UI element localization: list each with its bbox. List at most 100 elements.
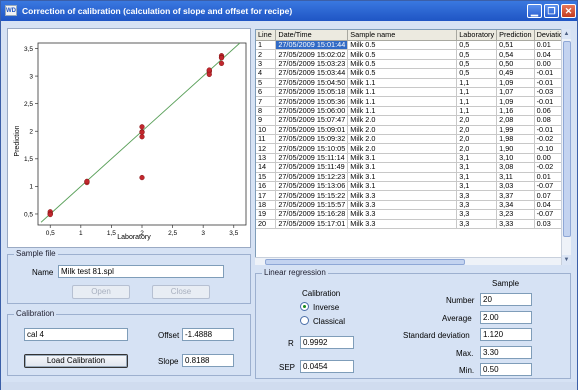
sample-name-input[interactable]: Milk test 81.spl (58, 265, 224, 278)
vertical-scroll-thumb[interactable] (563, 41, 571, 237)
open-button[interactable]: Open (72, 285, 130, 299)
table-row[interactable]: 19 27/05/2009 15:16:28 Milk 3.3 3,3 3,23 -0.0… (256, 209, 570, 220)
table-row[interactable]: 6 27/05/2009 15:05:18 Milk 1.1 1,1 1,07 -0.03 (256, 87, 570, 98)
x-tick-label: 3,5 (229, 230, 238, 237)
data-point (206, 67, 212, 73)
cell-line: 17 (256, 190, 277, 201)
cell-datetime: 27/05/2009 15:05:36 (275, 96, 349, 107)
offset-input[interactable]: -1.4888 (182, 328, 234, 341)
x-tick-label: 1,5 (107, 230, 116, 237)
data-point (218, 60, 225, 67)
scroll-down-icon[interactable]: ▼ (562, 255, 571, 265)
cell-sample-name: Milk 3.1 (347, 153, 458, 164)
data-point (139, 134, 145, 140)
cell-laboratory: 2,0 (456, 125, 498, 136)
cell-sample-name: Milk 1.1 (347, 87, 458, 98)
slope-label: Slope (158, 357, 179, 366)
cell-prediction: 1,07 (496, 87, 535, 98)
cell-line: 10 (256, 125, 277, 136)
linear-regression-legend: Linear regression (262, 268, 328, 277)
table-header-row: Line Date/Time Sample name Laboratory Pr… (256, 30, 570, 42)
cell-datetime: 27/05/2009 15:07:47 (275, 115, 349, 126)
cell-laboratory: 0,5 (456, 59, 498, 70)
slope-input[interactable]: 0.8188 (182, 354, 234, 367)
window-title: Correction of calibration (calculation o… (22, 6, 293, 16)
table-row[interactable]: 14 27/05/2009 15:11:49 Milk 3.1 3,1 3,08 -0.0… (256, 162, 570, 173)
cell-prediction: 3,37 (496, 190, 535, 201)
data-point (206, 71, 212, 78)
y-tick-label: 1,5 (24, 156, 33, 163)
cell-laboratory: 3,1 (456, 153, 498, 164)
maximize-button[interactable]: ❐ (544, 4, 559, 18)
column-header-prediction[interactable]: Prediction (496, 30, 535, 42)
column-header-laboratory[interactable]: Laboratory (456, 30, 498, 42)
cell-laboratory: 2,0 (456, 115, 498, 126)
table-row[interactable]: 7 27/05/2009 15:05:36 Milk 1.1 1,1 1,09 -0.01 (256, 96, 570, 107)
y-axis-label: Prediction (14, 125, 21, 156)
cell-prediction: 0,54 (496, 49, 535, 60)
cell-sample-name: Milk 3.3 (347, 219, 458, 229)
cell-line: 5 (256, 78, 277, 89)
cell-prediction: 2,08 (496, 115, 535, 126)
cell-sample-name: Milk 1.1 (347, 96, 458, 107)
cell-prediction: 0,50 (496, 59, 535, 70)
x-tick-label: 1 (79, 230, 83, 237)
cell-line: 12 (256, 143, 277, 154)
table-row[interactable]: 10 27/05/2009 15:09:01 Milk 2.0 2,0 1,99 -0.0… (256, 125, 570, 136)
cell-laboratory: 1,1 (456, 78, 498, 89)
table-row[interactable]: 16 27/05/2009 15:13:06 Milk 3.1 3,1 3,03 -0.0… (256, 181, 570, 192)
classical-radio[interactable] (300, 316, 309, 325)
table-row[interactable]: 2 27/05/2009 15:02:02 Milk 0.5 0,5 0,54 0.04 (256, 49, 570, 60)
cell-prediction: 3,23 (496, 209, 535, 220)
data-point (218, 55, 225, 61)
cell-laboratory: 3,3 (456, 190, 498, 201)
cell-laboratory: 3,3 (456, 219, 498, 229)
results-table[interactable]: Line Date/Time Sample name Laboratory Pr… (255, 29, 571, 265)
data-point (139, 174, 145, 181)
close-icon: ✕ (564, 6, 573, 16)
cell-prediction: 0,49 (496, 68, 535, 79)
load-calibration-button[interactable]: Load Calibration (24, 354, 128, 368)
inverse-radio[interactable] (300, 302, 309, 311)
close-window-button[interactable]: ✕ (561, 4, 576, 18)
status-bar (1, 382, 577, 390)
table-row[interactable]: 20 27/05/2009 15:17:01 Milk 3.3 3,3 3,33 0.03 (256, 219, 570, 229)
close-button[interactable]: Close (152, 285, 210, 299)
table-row[interactable]: 18 27/05/2009 15:15:57 Milk 3.3 3,3 3,34 0.04 (256, 200, 570, 211)
cell-laboratory: 0,5 (456, 40, 498, 51)
column-header-line[interactable]: Line (256, 30, 277, 42)
offset-label: Offset (158, 331, 180, 340)
table-row[interactable]: 9 27/05/2009 15:07:47 Milk 2.0 2,0 2,08 0.08 (256, 115, 570, 126)
minimize-button[interactable]: ▁ (527, 4, 542, 18)
table-row[interactable]: 5 27/05/2009 15:04:50 Milk 1.1 1,1 1,09 -0.01 (256, 78, 570, 89)
cell-line: 13 (256, 153, 277, 164)
classical-label: Classical (313, 317, 346, 326)
table-row[interactable]: 17 27/05/2009 15:15:22 Milk 3.3 3,3 3,37 0.07 (256, 190, 570, 201)
vertical-scrollbar[interactable]: ▲ ▼ (561, 29, 571, 265)
calibration-plot: 0,5 1 1,5 2 2,5 3 3,5 0,5 1 1,5 2 2,5 3 3,5 Laborator… (7, 28, 251, 248)
cell-sample-name: Milk 1.1 (347, 78, 458, 89)
table-row[interactable]: 8 27/05/2009 15:06:00 Milk 1.1 1,1 1,16 0.06 (256, 106, 570, 117)
r-value: 0.9992 (300, 336, 354, 349)
cell-laboratory: 3,1 (456, 172, 498, 182)
table-row[interactable]: 15 27/05/2009 15:12:23 Milk 3.1 3,1 3,11 0.01 (256, 172, 570, 182)
column-header-datetime[interactable]: Date/Time (275, 30, 349, 42)
number-value: 20 (480, 293, 532, 306)
data-point (84, 178, 90, 185)
horizontal-scroll-thumb[interactable] (265, 259, 465, 265)
linear-regression-group: Linear regression Calibration Inverse Cl… (255, 268, 571, 379)
cell-sample-name: Milk 3.3 (347, 200, 458, 211)
table-row[interactable]: 13 27/05/2009 15:11:14 Milk 3.1 3,1 3,10 0.00 (256, 153, 570, 164)
cell-laboratory: 1,1 (456, 106, 498, 117)
std-deviation-value: 1.120 (480, 328, 532, 341)
horizontal-scrollbar[interactable] (255, 257, 561, 265)
table-row[interactable]: 4 27/05/2009 15:03:44 Milk 0.5 0,5 0,49 -0.01 (256, 68, 570, 79)
scroll-up-icon[interactable]: ▲ (562, 29, 571, 39)
table-row[interactable]: 11 27/05/2009 15:09:32 Milk 2.0 2,0 1,98 -0.0… (256, 134, 570, 145)
max-value: 3.30 (480, 346, 532, 359)
calibration-name-input[interactable]: cal 4 (24, 328, 128, 341)
column-header-sample-name[interactable]: Sample name (347, 30, 458, 42)
table-row[interactable]: 1 27/05/2009 15:01:44 Milk 0.5 0,5 0,51 0.01 (256, 40, 570, 51)
table-row[interactable]: 12 27/05/2009 15:10:05 Milk 2.0 2,0 1,90 -0.1… (256, 143, 570, 154)
table-row[interactable]: 3 27/05/2009 15:03:23 Milk 0.5 0,5 0,50 0.00 (256, 59, 570, 70)
